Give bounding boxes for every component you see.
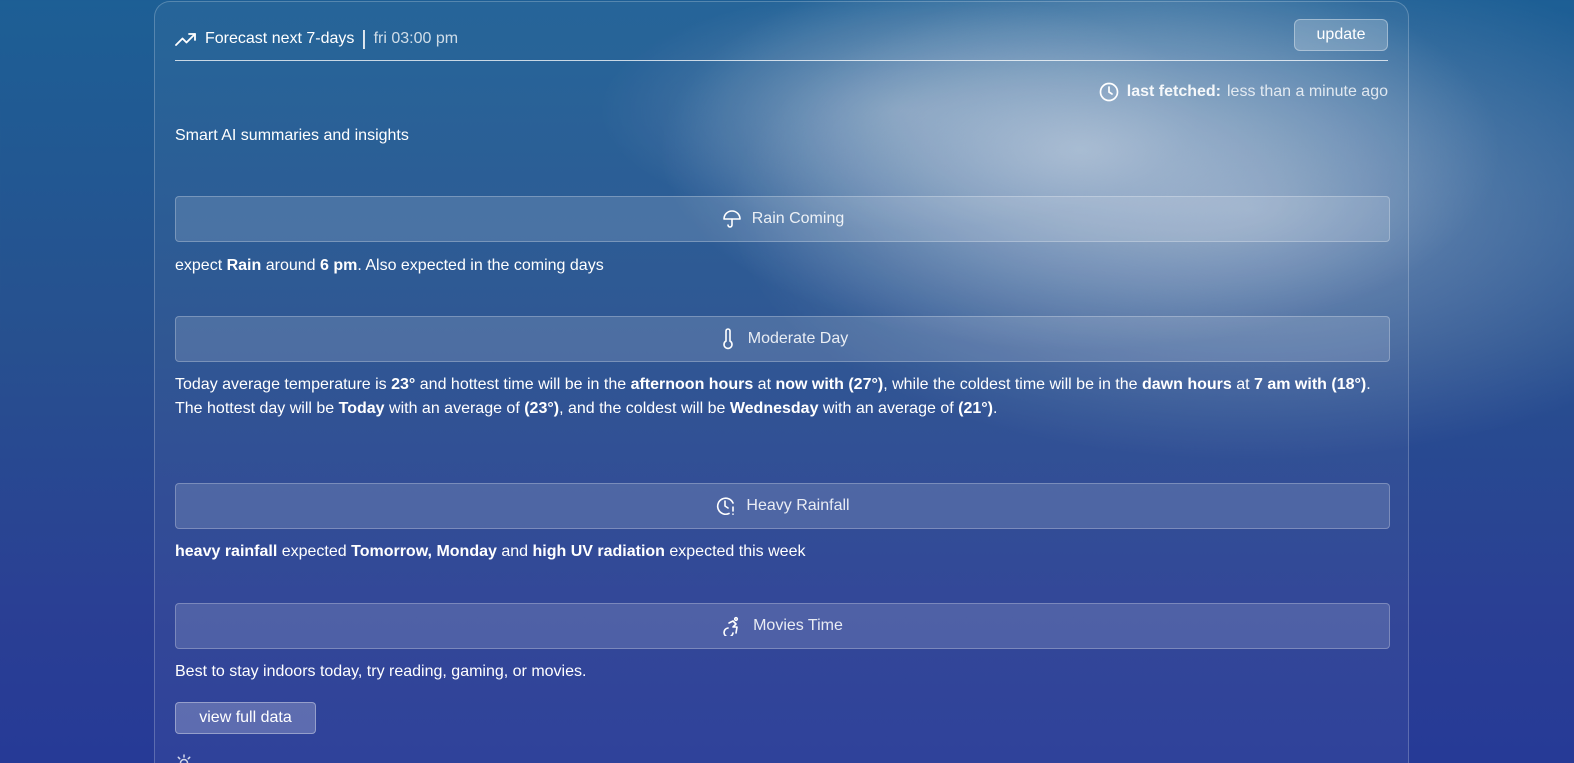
highlight-text: now with (27°) [775, 376, 884, 393]
body-text: Today average temperature is [175, 376, 392, 393]
clock-icon [1099, 82, 1119, 102]
body-text: . [992, 400, 998, 417]
movies-time-card-header[interactable]: Movies Time [175, 603, 1390, 649]
moderate-day-line-1: Today average temperature is 23° and hot… [175, 373, 1388, 397]
highlight-text: heavy rainfall [175, 543, 278, 560]
highlight-text: 6 pm [319, 257, 358, 274]
highlight-text: Today [338, 400, 385, 417]
highlight-text: Rain [226, 257, 262, 274]
heavy-rainfall-text: heavy rainfall expected Tomorrow, Monday… [175, 540, 1388, 564]
moderate-day-line-2: The hottest day will be Today with an av… [175, 397, 1388, 421]
highlight-text: (23°) [524, 400, 560, 417]
highlight-text: 7 am with (18°) [1254, 376, 1367, 393]
update-button[interactable]: update [1294, 19, 1388, 51]
heavy-rainfall-card-header[interactable]: Heavy Rainfall [175, 483, 1390, 529]
accessibility-icon [722, 615, 744, 637]
body-text: with an average of [384, 400, 525, 417]
insights-subtitle: Smart AI summaries and insights [175, 127, 409, 144]
trending-up-icon [175, 30, 197, 48]
highlight-text: afternoon hours [630, 376, 754, 393]
body-text: around [261, 257, 320, 274]
body-text: and [496, 543, 533, 560]
view-full-data-button[interactable]: view full data [175, 702, 316, 734]
title-separator: | [361, 27, 367, 50]
rain-coming-title: Rain Coming [751, 210, 845, 227]
sun-icon [175, 754, 193, 763]
highlight-text: dawn hours [1142, 376, 1232, 393]
next-section-peek [175, 752, 375, 763]
thermometer-icon [717, 328, 739, 350]
body-text: Best to stay indoors today, try reading,… [175, 663, 587, 680]
movies-time-text: Best to stay indoors today, try reading,… [175, 660, 1388, 684]
movies-time-title: Movies Time [753, 617, 843, 634]
last-fetched: last fetched: less than a minute ago [1099, 82, 1388, 102]
body-text: , and the coldest will be [559, 400, 730, 417]
highlight-text: Wednesday [729, 400, 819, 417]
forecast-time: fri 03:00 pm [373, 30, 459, 47]
rain-coming-text: expect Rain around 6 pm. Also expected i… [175, 254, 1388, 278]
highlight-text: 23° [391, 376, 416, 393]
body-text: at [753, 376, 776, 393]
body-text: . Also expected in the coming days [357, 257, 604, 274]
last-fetched-label: last fetched: [1126, 83, 1221, 100]
body-text: at [1231, 376, 1255, 393]
clock-alert-icon [715, 495, 737, 517]
header-title-group: Forecast next 7-days | fri 03:00 pm [175, 22, 458, 56]
body-text: The hottest day will be [175, 400, 339, 417]
body-text: . [1366, 376, 1371, 393]
moderate-day-card-header[interactable]: Moderate Day [175, 316, 1390, 362]
moderate-day-text: Today average temperature is 23° and hot… [175, 373, 1388, 421]
forecast-header: Forecast next 7-days | fri 03:00 pm upda… [175, 18, 1388, 61]
forecast-panel: Forecast next 7-days | fri 03:00 pm upda… [154, 1, 1409, 763]
body-text: , while the coldest time will be in the [883, 376, 1142, 393]
heavy-rainfall-title: Heavy Rainfall [746, 497, 850, 514]
body-text: and hottest time will be in the [415, 376, 631, 393]
body-text: expected this week [664, 543, 806, 560]
umbrella-icon [721, 208, 743, 230]
body-text: with an average of [818, 400, 959, 417]
highlight-text: high UV radiation [532, 543, 665, 560]
highlight-text: (21°) [958, 400, 993, 417]
forecast-title: Forecast next 7-days [205, 30, 355, 47]
moderate-day-title: Moderate Day [747, 330, 849, 347]
last-fetched-value: less than a minute ago [1227, 83, 1388, 100]
body-text: expect [175, 257, 227, 274]
highlight-text: Tomorrow, Monday [351, 543, 497, 560]
body-text: expected [277, 543, 352, 560]
rain-coming-card-header[interactable]: Rain Coming [175, 196, 1390, 242]
